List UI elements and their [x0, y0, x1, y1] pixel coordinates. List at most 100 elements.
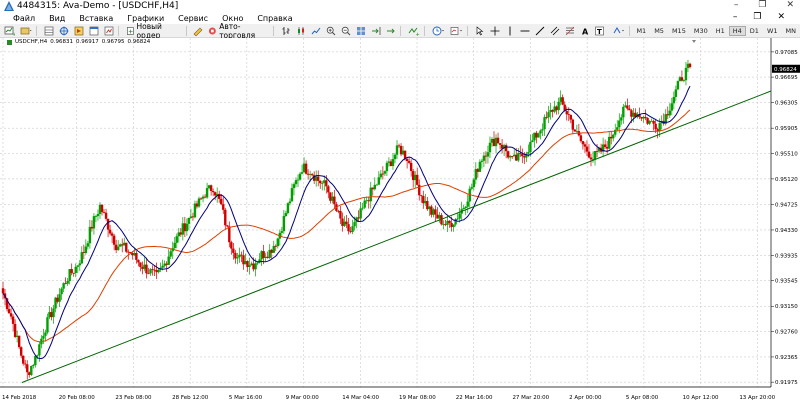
candle-body	[603, 144, 607, 147]
zoom-out-icon[interactable]	[340, 25, 352, 36]
new-chart-icon[interactable]: +	[3, 25, 16, 36]
menu-file[interactable]: Файл	[13, 14, 35, 23]
templates-icon[interactable]	[449, 25, 464, 36]
candle-body	[80, 252, 84, 264]
candle-body	[395, 145, 399, 155]
menu-bar: Файл Вид Вставка Графики Сервис Окно Спр…	[0, 12, 800, 24]
chart-expand-icon[interactable]	[7, 40, 12, 45]
trendline-icon[interactable]	[534, 25, 546, 36]
equidistant-channel-icon[interactable]	[549, 25, 561, 36]
candle-body	[319, 180, 322, 184]
candle-body	[230, 242, 233, 249]
new-order-button[interactable]: + Новый ордер	[125, 22, 183, 40]
text-tool-icon[interactable]: A	[579, 25, 591, 36]
candle-body	[173, 242, 176, 249]
candle-body	[587, 151, 591, 158]
price-axis-label: 0.93545	[775, 279, 798, 285]
app-icon	[4, 1, 14, 11]
minimize-button[interactable]: –	[734, 0, 739, 10]
metaeditor-icon[interactable]	[192, 25, 204, 36]
candle-body	[470, 187, 473, 189]
toolbar: + + Новый ордер Авто-торговля + A T M1 M…	[0, 22, 800, 40]
candle-body	[418, 184, 421, 196]
candle-body	[682, 80, 686, 81]
new-order-label: Новый ордер	[136, 21, 162, 40]
menu-tools[interactable]: Сервис	[178, 14, 208, 23]
candle-body	[612, 134, 615, 139]
cursor-icon[interactable]	[474, 25, 486, 36]
timeframe-m5[interactable]: M5	[650, 27, 668, 35]
candle-body	[58, 294, 61, 302]
text-label-icon[interactable]: T	[594, 25, 608, 36]
candle-body	[464, 206, 467, 209]
chart-shift-icon[interactable]	[370, 25, 382, 36]
candle-body	[351, 226, 354, 232]
horizontal-line-icon[interactable]	[519, 25, 531, 36]
candle-body	[614, 129, 617, 135]
candle-body	[187, 217, 191, 224]
candle-body	[232, 248, 235, 253]
candle-body	[504, 145, 508, 152]
fibonacci-icon[interactable]	[564, 25, 576, 36]
candle-body	[167, 256, 170, 265]
vertical-line-icon[interactable]	[504, 25, 516, 36]
price-chart[interactable]: 14 Feb 2018 20 Feb 08:00 23 Feb 08:00 28 Fe…	[0, 38, 800, 403]
child-restore-button[interactable]: ❐	[753, 12, 761, 22]
data-window-icon[interactable]	[58, 25, 70, 36]
candle-body	[197, 198, 201, 207]
candle-body	[517, 153, 520, 161]
candle-body	[9, 313, 13, 317]
candle-body	[74, 266, 77, 273]
timeframe-m30[interactable]: M30	[690, 27, 712, 35]
timeframe-d1[interactable]: D1	[746, 27, 763, 35]
candle-body	[684, 67, 688, 81]
tile-windows-icon[interactable]	[355, 25, 367, 36]
line-chart-icon[interactable]	[310, 25, 322, 36]
indicators-icon[interactable]: +	[407, 25, 421, 36]
periods-icon[interactable]	[431, 25, 446, 36]
zoom-in-icon[interactable]	[325, 25, 337, 36]
candle-body	[211, 191, 215, 193]
timeframe-mn[interactable]: MN	[782, 27, 800, 35]
candle-body	[100, 204, 104, 213]
child-close-button[interactable]: ✕	[777, 12, 785, 22]
candle-body	[585, 146, 589, 152]
timeframe-h1[interactable]: H1	[712, 27, 729, 35]
candlestick-icon[interactable]	[295, 25, 307, 36]
candle-body	[407, 161, 411, 163]
timeframe-w1[interactable]: W1	[763, 27, 782, 35]
crosshair-icon[interactable]	[489, 25, 501, 36]
terminal-icon[interactable]	[88, 25, 100, 36]
arrows-icon[interactable]	[611, 25, 626, 36]
candle-body	[209, 185, 213, 192]
child-minimize-button[interactable]: –	[733, 12, 738, 22]
restore-button[interactable]: ❐	[758, 0, 766, 10]
bar-chart-icon[interactable]	[280, 25, 292, 36]
timeframe-m15[interactable]: M15	[668, 27, 690, 35]
chart-window[interactable]: USDCHF,H4 0.96831 0.96917 0.96795 0.9682…	[0, 38, 800, 403]
chart-shift-marker	[692, 40, 696, 43]
navigator-icon[interactable]	[73, 25, 85, 36]
candle-body	[420, 195, 423, 197]
menu-view[interactable]: Вид	[49, 14, 65, 23]
menu-insert[interactable]: Вставка	[79, 14, 113, 23]
market-watch-icon[interactable]	[43, 25, 55, 36]
candle-body	[17, 335, 21, 348]
price-axis-label: 0.95905	[775, 126, 798, 132]
timeframe-h4[interactable]: H4	[728, 25, 746, 36]
autoscroll-icon[interactable]	[385, 25, 397, 36]
close-button[interactable]: ✕	[786, 0, 794, 10]
time-axis-label: 13 Apr 20:00	[739, 395, 775, 401]
candle-body	[452, 224, 455, 228]
candle-body	[569, 114, 572, 120]
timeframe-m1[interactable]: M1	[632, 27, 650, 35]
candle-body	[377, 177, 381, 185]
profiles-icon[interactable]	[19, 25, 33, 36]
autotrading-button[interactable]: Авто-торговля	[207, 22, 270, 40]
time-axis-label: 10 Apr 12:00	[683, 395, 719, 401]
candle-body	[458, 213, 461, 219]
candle-body	[670, 103, 674, 111]
strategy-tester-icon[interactable]	[103, 25, 115, 36]
candle-body	[96, 213, 100, 217]
time-axis-label: 2 Apr 00:00	[569, 395, 602, 401]
